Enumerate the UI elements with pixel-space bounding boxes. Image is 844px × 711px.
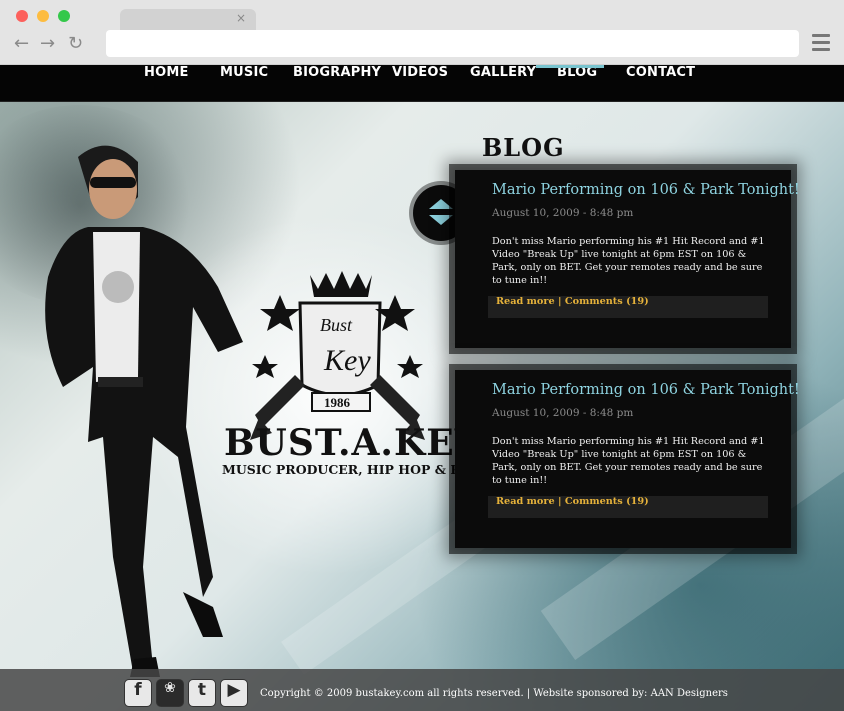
post-date: August 10, 2009 - 8:48 pm (492, 207, 634, 219)
address-bar[interactable] (106, 30, 799, 57)
myspace-icon[interactable]: ❀ (156, 679, 184, 707)
brand-name: BUST.A.KEY (224, 422, 482, 464)
youtube-icon[interactable]: ▶ (220, 679, 248, 707)
post-links: Read more | Comments (19) (488, 296, 768, 318)
tab-close-icon[interactable]: × (236, 11, 246, 25)
post-links: Read more | Comments (19) (488, 496, 768, 518)
emblem-year: 1986 (324, 395, 351, 410)
reload-icon[interactable]: ↻ (68, 33, 83, 54)
link-separator: | (558, 496, 562, 507)
nav-home[interactable]: HOME (144, 65, 189, 102)
link-separator: | (558, 296, 562, 307)
blog-heading: BLOG (482, 133, 565, 162)
main-navigation: HOME MUSIC BIOGRAPHY VIDEOS GALLERY BLOG… (0, 65, 844, 102)
browser-tab[interactable]: × (120, 9, 256, 31)
read-more-link[interactable]: Read more (496, 296, 555, 307)
close-window-button[interactable] (16, 10, 28, 22)
copyright-text: Copyright © 2009 bustakey.com all rights… (260, 688, 728, 699)
comments-link[interactable]: Comments (19) (565, 496, 649, 507)
website-page: HOME MUSIC BIOGRAPHY VIDEOS GALLERY BLOG… (0, 65, 844, 711)
emblem-text-bottom: Key (323, 344, 371, 377)
emblem-text-top: Bust (320, 315, 353, 335)
nav-blog[interactable]: BLOG (535, 65, 605, 102)
post-body: Don't miss Mario performing his #1 Hit R… (492, 236, 765, 286)
nav-biography[interactable]: BIOGRAPHY (293, 65, 381, 102)
browser-chrome: × ← → ↻ (0, 0, 844, 65)
post-body: Don't miss Mario performing his #1 Hit R… (492, 436, 765, 486)
read-more-link[interactable]: Read more (496, 496, 555, 507)
blog-post: Mario Performing on 106 & Park Tonight! … (455, 170, 800, 348)
forward-icon[interactable]: → (40, 33, 55, 54)
site-footer: f ❀ t ▶ Copyright © 2009 bustakey.com al… (0, 669, 844, 711)
back-icon[interactable]: ← (14, 33, 29, 54)
browser-menu-icon[interactable] (812, 34, 830, 51)
maximize-window-button[interactable] (58, 10, 70, 22)
scroll-arrows-icon (429, 199, 453, 225)
nav-gallery[interactable]: GALLERY (470, 65, 536, 102)
twitter-icon[interactable]: t (188, 679, 216, 707)
comments-link[interactable]: Comments (19) (565, 296, 649, 307)
facebook-icon[interactable]: f (124, 679, 152, 707)
nav-music[interactable]: MUSIC (220, 65, 268, 102)
post-title[interactable]: Mario Performing on 106 & Park Tonight! (492, 382, 800, 398)
nav-contact[interactable]: CONTACT (626, 65, 695, 102)
post-title[interactable]: Mario Performing on 106 & Park Tonight! (492, 182, 800, 198)
brand-tagline: MUSIC PRODUCER, HIP HOP & R&B ARTIST (222, 462, 541, 477)
blog-post: Mario Performing on 106 & Park Tonight! … (455, 370, 800, 548)
post-date: August 10, 2009 - 8:48 pm (492, 407, 634, 419)
minimize-window-button[interactable] (37, 10, 49, 22)
nav-videos[interactable]: VIDEOS (392, 65, 448, 102)
